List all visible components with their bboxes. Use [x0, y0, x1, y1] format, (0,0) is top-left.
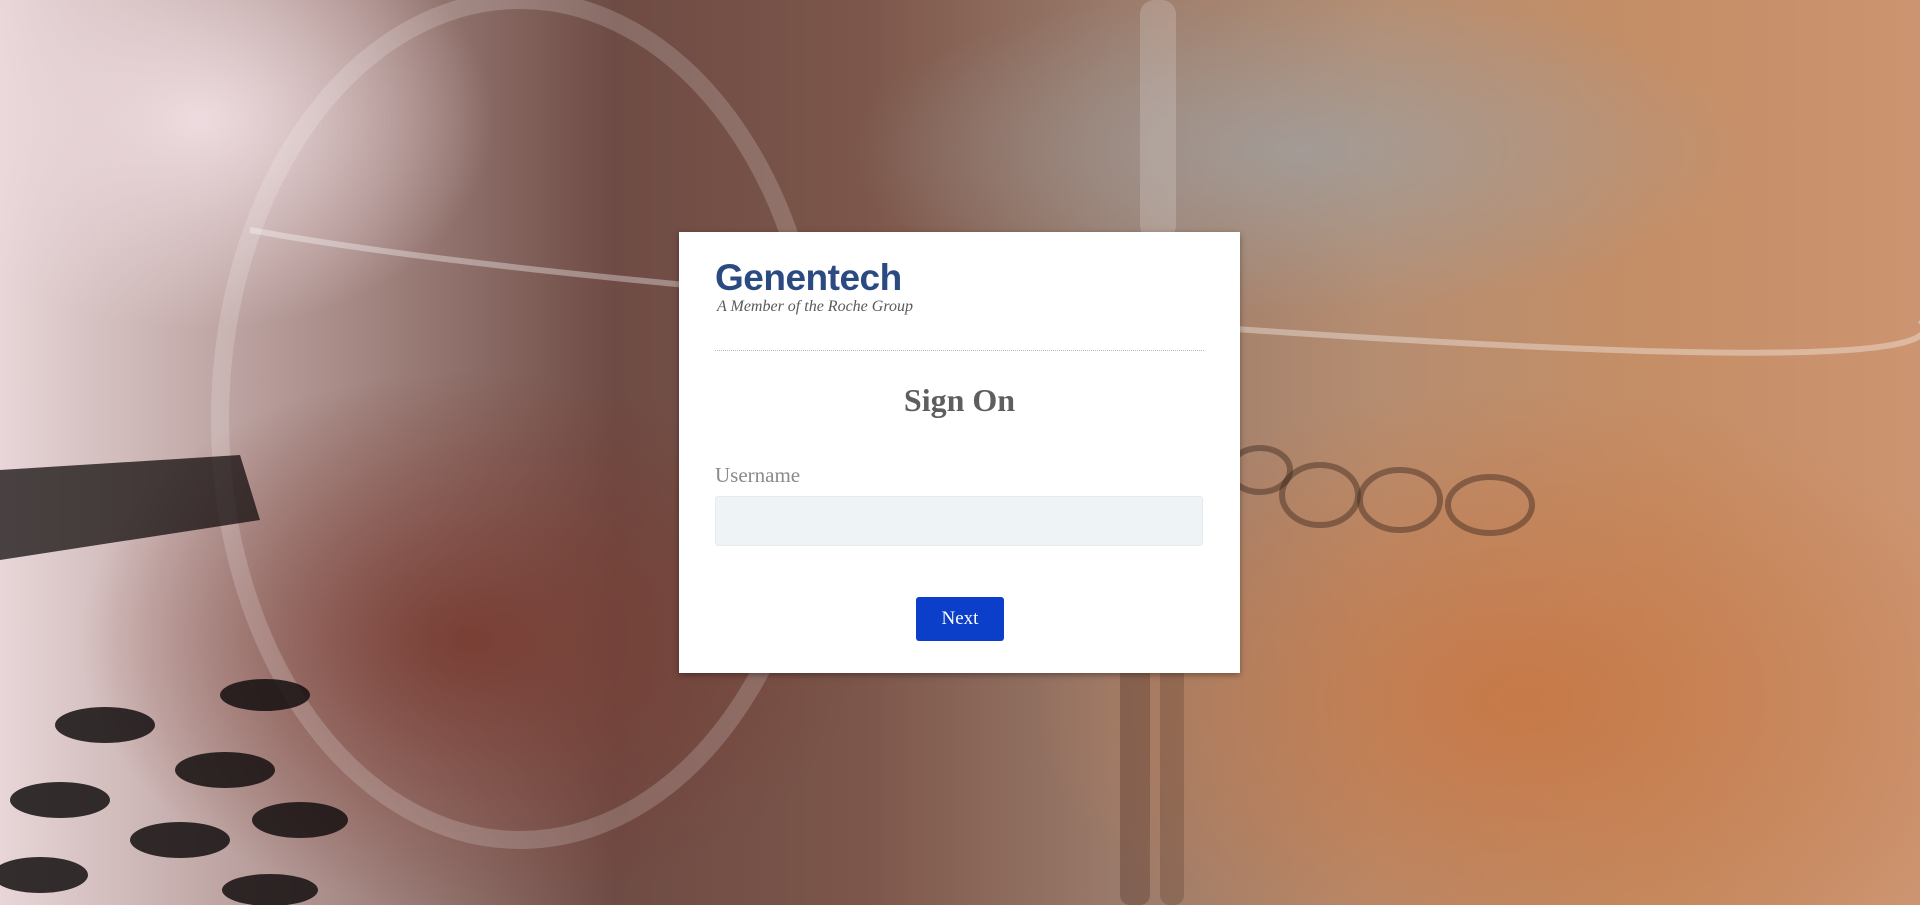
- page-title: Sign On: [903, 382, 1016, 418]
- sign-on-card: Genentech A Member of the Roche Group Si…: [679, 232, 1240, 673]
- username-input[interactable]: [715, 496, 1203, 546]
- divider: [715, 350, 1204, 351]
- logo-tagline: A Member of the Roche Group: [717, 298, 913, 315]
- next-button[interactable]: Next: [916, 597, 1004, 641]
- username-label: Username: [715, 463, 801, 487]
- logo-brand: Genentech: [715, 257, 902, 298]
- genentech-logo: Genentech A Member of the Roche Group: [715, 257, 955, 320]
